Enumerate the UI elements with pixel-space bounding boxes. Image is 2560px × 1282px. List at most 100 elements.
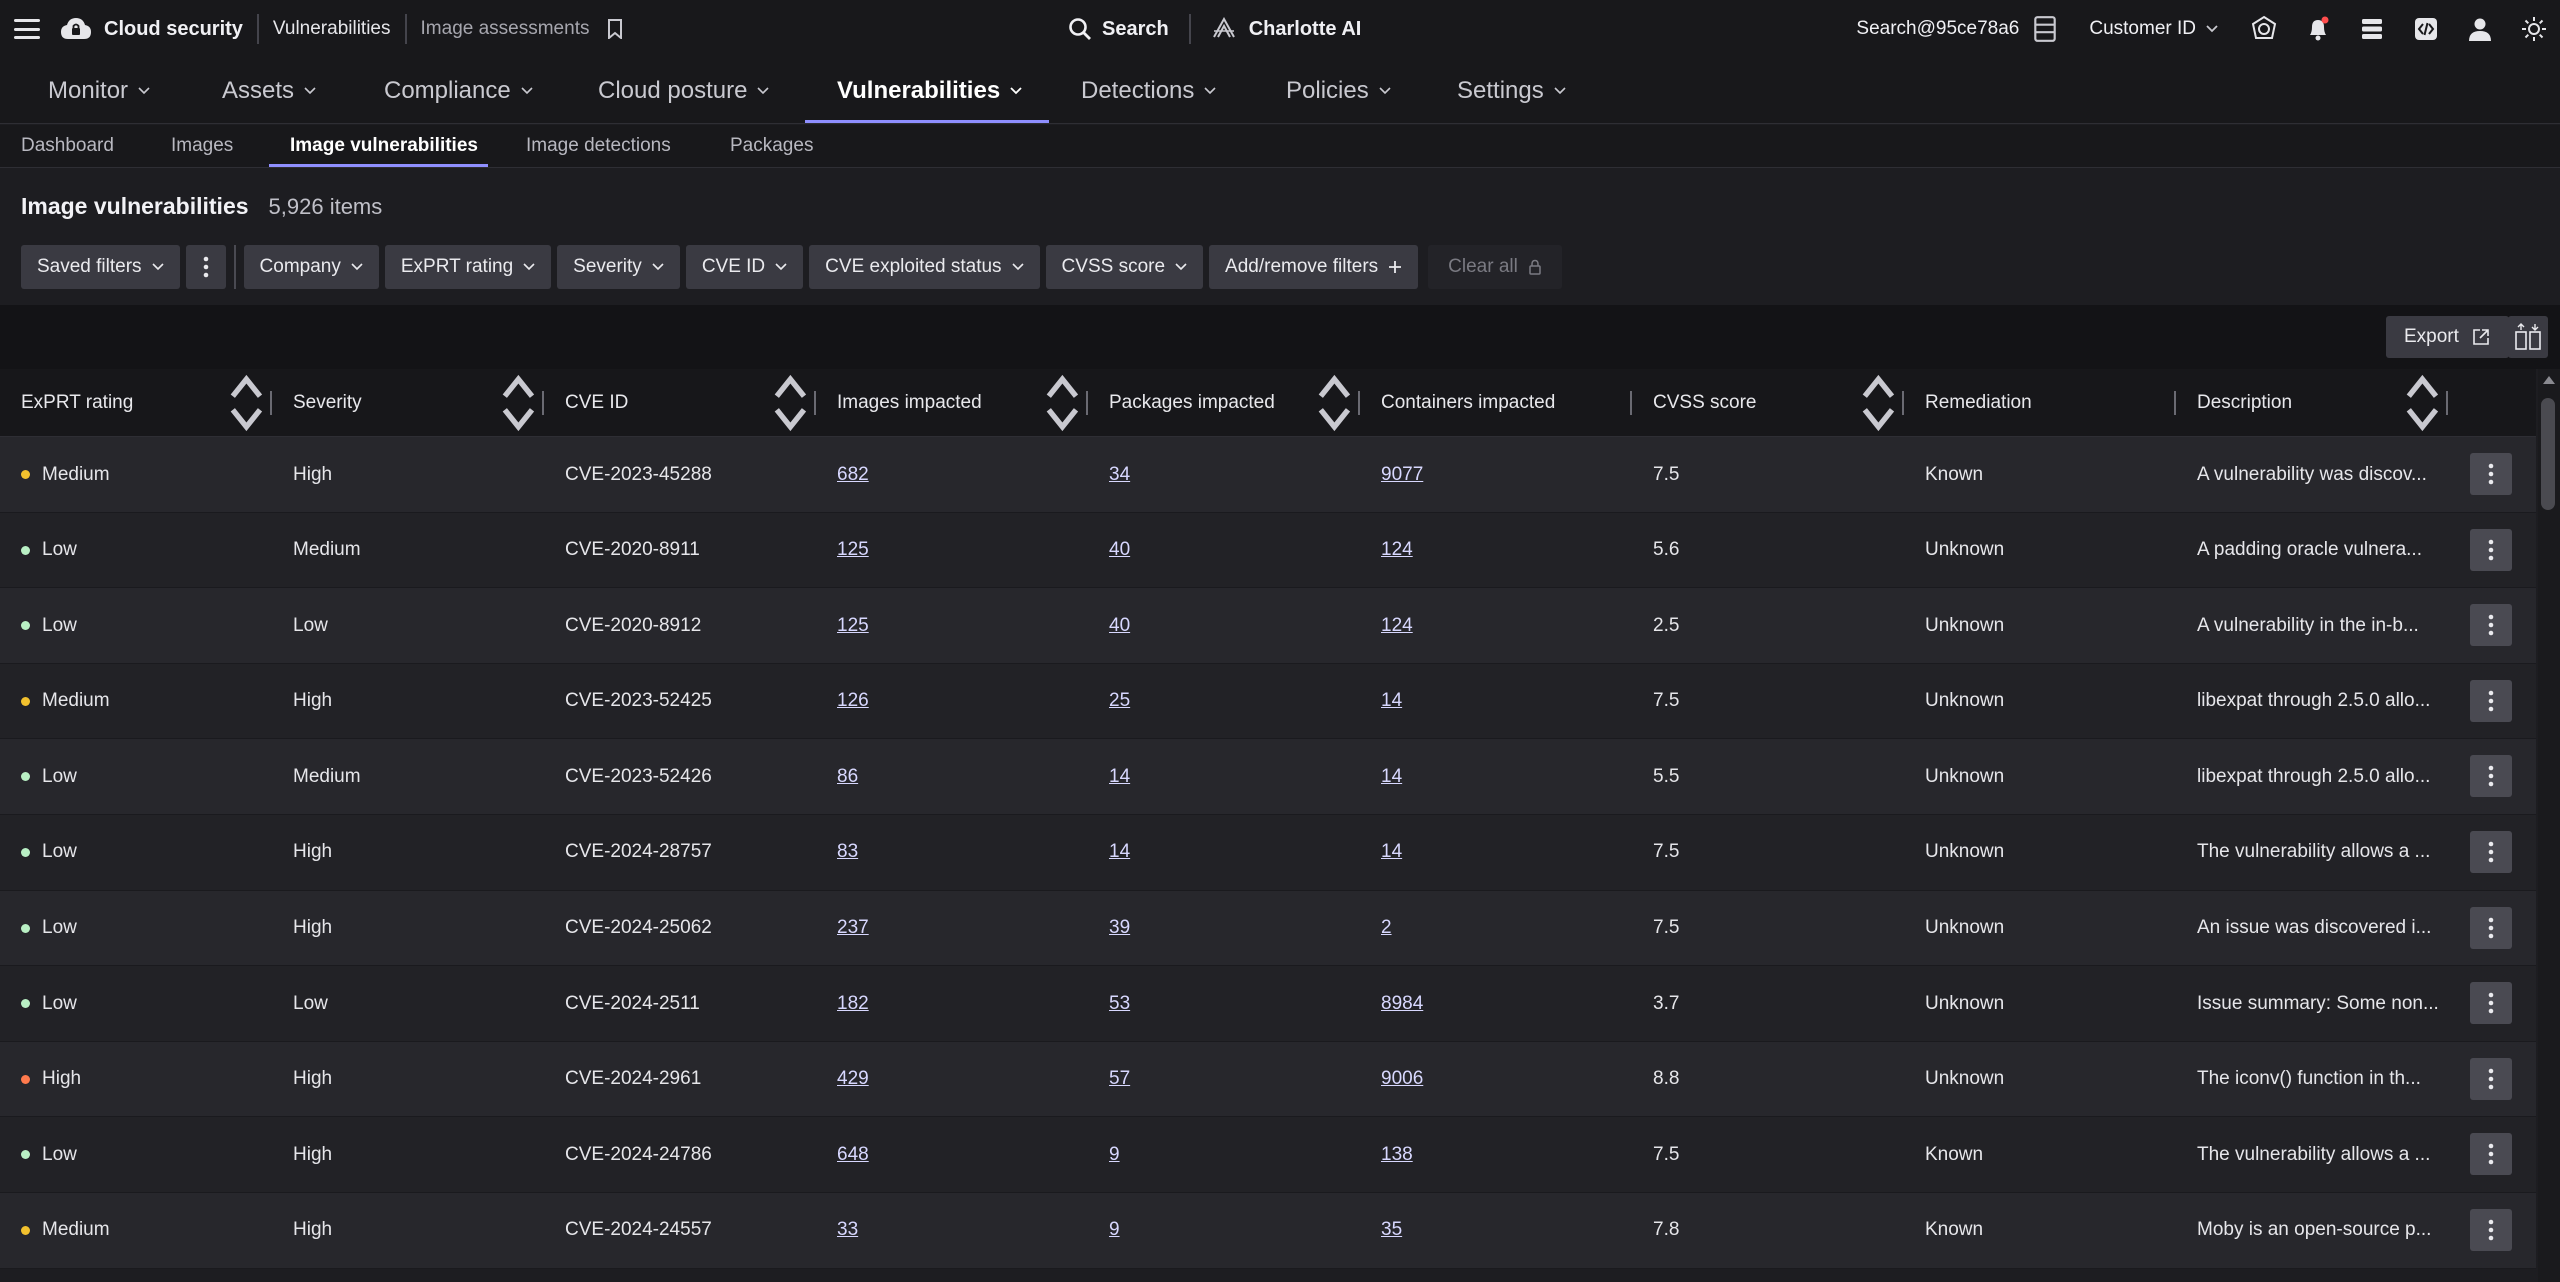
severity-filter[interactable]: Severity xyxy=(557,245,680,289)
column-resize-handle[interactable] xyxy=(2174,391,2176,415)
breadcrumb-vulnerabilities[interactable]: Vulnerabilities xyxy=(273,18,391,40)
images-impacted-link[interactable]: 86 xyxy=(837,739,858,814)
table-row[interactable]: Low Low CVE-2020-8912 125 40 124 2.5 Unk… xyxy=(0,588,2536,664)
nav-settings[interactable]: Settings xyxy=(1457,58,1566,124)
sort-icon[interactable] xyxy=(1042,369,1083,437)
table-row[interactable]: Medium High CVE-2023-52425 126 25 14 7.5… xyxy=(0,663,2536,740)
exprt-rating-filter[interactable]: ExPRT rating xyxy=(384,245,552,289)
images-impacted-link[interactable]: 648 xyxy=(837,1117,869,1192)
nav-policies[interactable]: Policies xyxy=(1286,58,1391,124)
row-actions-button[interactable] xyxy=(2470,982,2512,1025)
cve-exploited-status-filter[interactable]: CVE exploited status xyxy=(809,245,1040,289)
images-impacted-link[interactable]: 429 xyxy=(837,1042,869,1117)
packages-impacted-link[interactable]: 53 xyxy=(1109,966,1130,1041)
company-filter[interactable]: Company xyxy=(243,245,379,289)
bookmark-icon[interactable] xyxy=(607,19,623,39)
database-icon[interactable] xyxy=(2031,15,2059,43)
code-icon[interactable] xyxy=(2412,15,2440,43)
containers-impacted-link[interactable]: 14 xyxy=(1381,664,1402,739)
column-resize-handle[interactable] xyxy=(814,391,816,415)
charlotte-ai-button[interactable]: Charlotte AI xyxy=(1211,17,1361,41)
column-header-images-impacted[interactable]: Images impacted xyxy=(837,369,982,437)
column-header-severity[interactable]: Severity xyxy=(293,369,362,437)
packages-impacted-link[interactable]: 40 xyxy=(1109,513,1130,588)
packages-impacted-link[interactable]: 9 xyxy=(1109,1117,1120,1192)
tab-image-vulnerabilities[interactable]: Image vulnerabilities xyxy=(290,125,478,167)
sort-icon[interactable] xyxy=(1314,369,1355,437)
row-actions-button[interactable] xyxy=(2470,604,2512,647)
tab-dashboard[interactable]: Dashboard xyxy=(21,125,114,167)
images-impacted-link[interactable]: 83 xyxy=(837,815,858,890)
row-actions-button[interactable] xyxy=(2470,1133,2512,1176)
account-name[interactable]: Search@95ce78a6 xyxy=(1856,18,2019,40)
column-resize-handle[interactable] xyxy=(1086,391,1088,415)
table-row[interactable]: Medium High CVE-2023-45288 682 34 9077 7… xyxy=(0,437,2536,513)
row-actions-button[interactable] xyxy=(2470,453,2512,495)
column-resize-handle[interactable] xyxy=(542,391,544,415)
images-impacted-link[interactable]: 237 xyxy=(837,891,869,966)
containers-impacted-link[interactable]: 14 xyxy=(1381,739,1402,814)
layers-icon[interactable] xyxy=(2358,15,2386,43)
containers-impacted-link[interactable]: 8984 xyxy=(1381,966,1423,1041)
images-impacted-link[interactable]: 682 xyxy=(837,437,869,512)
containers-impacted-link[interactable]: 9077 xyxy=(1381,437,1423,512)
saved-filters-menu-button[interactable] xyxy=(185,245,226,289)
cvss-score-filter[interactable]: CVSS score xyxy=(1045,245,1204,289)
sort-icon[interactable] xyxy=(498,369,539,437)
sort-icon[interactable] xyxy=(1858,369,1899,437)
packages-impacted-link[interactable]: 34 xyxy=(1109,437,1130,512)
table-row[interactable]: Low High CVE-2024-28757 83 14 14 7.5 Unk… xyxy=(0,814,2536,891)
images-impacted-link[interactable]: 125 xyxy=(837,513,869,588)
row-actions-button[interactable] xyxy=(2470,1057,2512,1100)
export-button[interactable]: Export xyxy=(2386,316,2509,358)
award-badge-icon[interactable] xyxy=(2250,15,2278,43)
global-search-button[interactable]: Search xyxy=(1068,17,1169,41)
packages-impacted-link[interactable]: 57 xyxy=(1109,1042,1130,1117)
tab-image-detections[interactable]: Image detections xyxy=(526,125,671,167)
containers-impacted-link[interactable]: 2 xyxy=(1381,891,1392,966)
row-actions-button[interactable] xyxy=(2470,830,2512,873)
packages-impacted-link[interactable]: 39 xyxy=(1109,891,1130,966)
cve-id-filter[interactable]: CVE ID xyxy=(685,245,804,289)
table-row[interactable]: Medium High CVE-2024-24557 33 9 35 7.8 K… xyxy=(0,1192,2536,1269)
packages-impacted-link[interactable]: 14 xyxy=(1109,815,1130,890)
column-header-cvss-score[interactable]: CVSS score xyxy=(1653,369,1756,437)
row-actions-button[interactable] xyxy=(2470,1208,2512,1251)
column-header-exprt-rating[interactable]: ExPRT rating xyxy=(21,369,133,437)
images-impacted-link[interactable]: 182 xyxy=(837,966,869,1041)
containers-impacted-link[interactable]: 138 xyxy=(1381,1117,1413,1192)
images-impacted-link[interactable]: 126 xyxy=(837,664,869,739)
sort-icon[interactable] xyxy=(226,369,267,437)
column-header-packages-impacted[interactable]: Packages impacted xyxy=(1109,369,1275,437)
table-row[interactable]: Low Medium CVE-2020-8911 125 40 124 5.6 … xyxy=(0,512,2536,589)
column-header-containers-impacted[interactable]: Containers impacted xyxy=(1381,369,1555,437)
hamburger-menu-icon[interactable] xyxy=(14,19,40,39)
packages-impacted-link[interactable]: 9 xyxy=(1109,1193,1120,1268)
column-resize-handle[interactable] xyxy=(2446,391,2448,415)
clear-all-button[interactable]: Clear all xyxy=(1428,245,1562,289)
table-row[interactable]: Low Low CVE-2024-2511 182 53 8984 3.7 Un… xyxy=(0,966,2536,1042)
images-impacted-link[interactable]: 33 xyxy=(837,1193,858,1268)
nav-assets[interactable]: Assets xyxy=(222,58,316,124)
row-actions-button[interactable] xyxy=(2470,528,2512,571)
containers-impacted-link[interactable]: 124 xyxy=(1381,513,1413,588)
theme-sun-icon[interactable] xyxy=(2520,15,2548,43)
column-resize-handle[interactable] xyxy=(1630,391,1632,415)
add-remove-filters-button[interactable]: Add/remove filters xyxy=(1209,245,1419,289)
nav-monitor[interactable]: Monitor xyxy=(48,58,150,124)
images-impacted-link[interactable]: 125 xyxy=(837,588,869,663)
user-profile-icon[interactable] xyxy=(2466,15,2494,43)
nav-vulnerabilities[interactable]: Vulnerabilities xyxy=(837,58,1022,124)
nav-cloud-posture[interactable]: Cloud posture xyxy=(598,58,770,124)
packages-impacted-link[interactable]: 25 xyxy=(1109,664,1130,739)
column-resize-handle[interactable] xyxy=(1358,391,1360,415)
table-row[interactable]: Low Medium CVE-2023-52426 86 14 14 5.5 U… xyxy=(0,739,2536,815)
scroll-up-arrow-icon[interactable] xyxy=(2543,376,2555,384)
nav-compliance[interactable]: Compliance xyxy=(384,58,533,124)
saved-filters-dropdown[interactable]: Saved filters xyxy=(21,245,180,289)
table-row[interactable]: High High CVE-2024-2961 429 57 9006 8.8 … xyxy=(0,1041,2536,1118)
sort-icon[interactable] xyxy=(2402,369,2443,437)
packages-impacted-link[interactable]: 40 xyxy=(1109,588,1130,663)
column-resize-handle[interactable] xyxy=(1902,391,1904,415)
sort-icon[interactable] xyxy=(770,369,811,437)
